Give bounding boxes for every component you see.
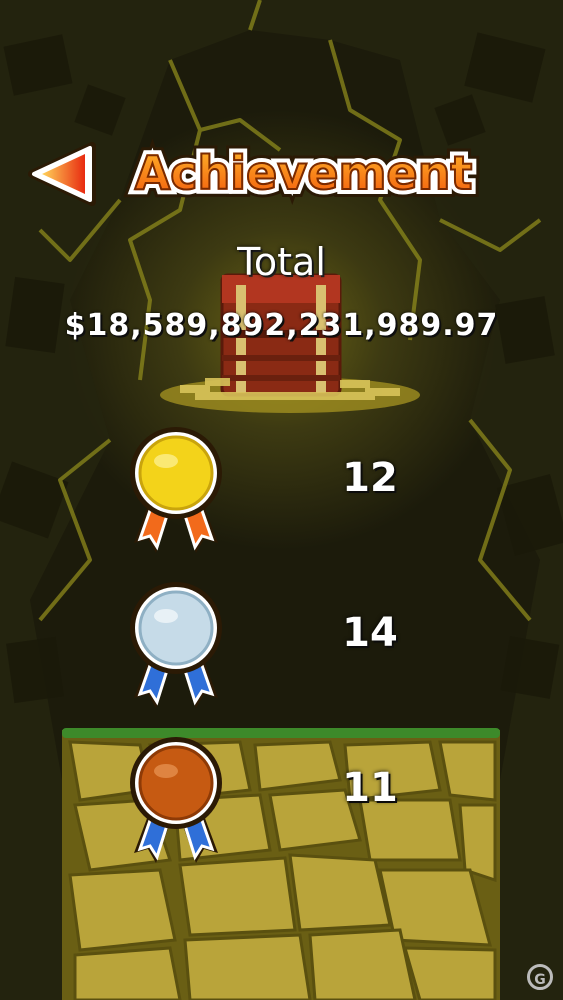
achievement-screen: Achievement Achievement Achievement Tota… xyxy=(0,0,563,1000)
silver-medal-icon xyxy=(120,580,232,730)
total-label: Total xyxy=(237,240,326,284)
silver-medal-count: 14 xyxy=(342,610,398,656)
total-value: $18,589,892,231,989.97 xyxy=(64,308,499,343)
gold-medal-count: 12 xyxy=(342,455,398,501)
page-title: Achievement Achievement Achievement xyxy=(127,138,481,208)
bronze-medal-icon xyxy=(120,735,232,885)
gold-medal-icon xyxy=(120,425,232,575)
watermark-logo: G xyxy=(527,964,553,990)
bronze-medal-count: 11 xyxy=(342,765,398,811)
